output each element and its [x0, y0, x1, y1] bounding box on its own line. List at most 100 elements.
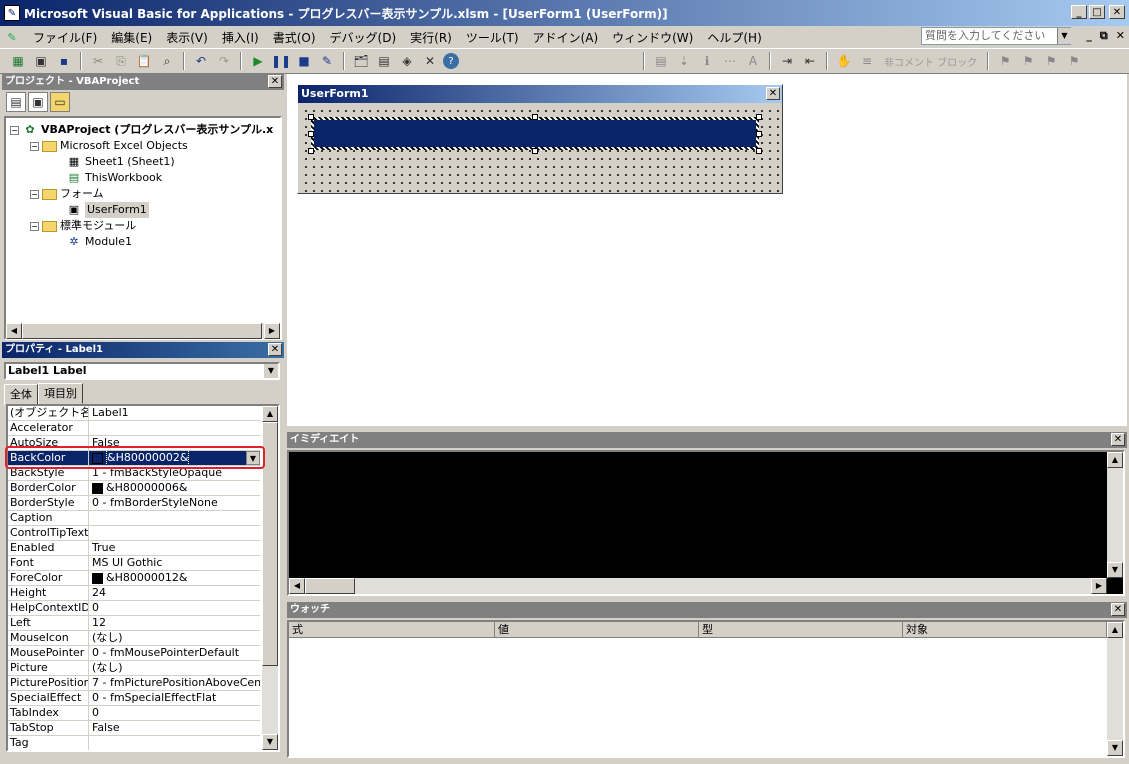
scroll-right-icon[interactable]: ▶: [264, 323, 280, 339]
find-icon[interactable]: ⌕: [157, 51, 177, 71]
immediate-editor[interactable]: ▲ ▼ ◀ ▶: [287, 450, 1125, 596]
menu-addins[interactable]: アドイン(A): [526, 29, 606, 46]
uncomment-block-button[interactable]: 非コメント ブロック: [880, 54, 981, 69]
outdent-icon[interactable]: ⇤: [800, 51, 820, 71]
close-icon[interactable]: ✕: [1111, 433, 1125, 446]
view-excel-icon[interactable]: ▦: [8, 51, 28, 71]
collapse-icon[interactable]: −: [10, 125, 19, 135]
menu-format[interactable]: 書式(O): [266, 29, 323, 46]
resize-handle[interactable]: [532, 148, 538, 154]
menu-file[interactable]: ファイル(F): [26, 29, 104, 46]
property-row[interactable]: TabIndex 0: [8, 706, 260, 721]
property-row[interactable]: SpecialEffect 0 - fmSpecialEffectFlat: [8, 691, 260, 706]
property-row[interactable]: BorderStyle 0 - fmBorderStyleNone: [8, 496, 260, 511]
collapse-icon[interactable]: −: [30, 221, 39, 231]
comment-block-icon[interactable]: ≡: [857, 51, 877, 71]
close-icon[interactable]: ✕: [1111, 603, 1125, 616]
tree-item-thisworkbook[interactable]: ▤ ThisWorkbook: [66, 170, 162, 186]
property-value[interactable]: MS UI Gothic: [89, 556, 260, 570]
property-value[interactable]: True: [89, 541, 260, 555]
property-value[interactable]: &H80000006&: [89, 481, 260, 495]
watch-list[interactable]: 式 値 型 対象 ▲ ▼: [287, 620, 1125, 758]
scroll-down-icon[interactable]: ▼: [262, 734, 278, 750]
collapse-icon[interactable]: −: [30, 141, 39, 151]
toggle-folders-icon[interactable]: ▭: [50, 92, 70, 112]
property-value[interactable]: 0 - fmBorderStyleNone: [89, 496, 260, 510]
scroll-up-icon[interactable]: ▲: [1107, 452, 1123, 468]
property-value[interactable]: False: [89, 721, 260, 735]
menu-view[interactable]: 表示(V): [159, 29, 215, 46]
property-value[interactable]: &H80000012&: [89, 571, 260, 585]
scroll-up-icon[interactable]: ▲: [262, 406, 278, 422]
vba-menu-icon[interactable]: ✎: [4, 30, 20, 44]
resize-handle[interactable]: [756, 131, 762, 137]
scroll-up-icon[interactable]: ▲: [1107, 622, 1123, 638]
next-bookmark-icon[interactable]: ⚑: [1018, 51, 1038, 71]
menu-run[interactable]: 実行(R): [403, 29, 459, 46]
property-value[interactable]: 12: [89, 616, 260, 630]
property-row[interactable]: PicturePosition 7 - fmPicturePositionAbov…: [8, 676, 260, 691]
resize-handle[interactable]: [756, 114, 762, 120]
quick-info-icon[interactable]: ℹ: [697, 51, 717, 71]
label1-control[interactable]: [311, 117, 759, 150]
tree-item-excel-objects[interactable]: − Microsoft Excel Objects: [30, 138, 188, 154]
toggle-bookmark-icon[interactable]: ⚑: [995, 51, 1015, 71]
cut-icon[interactable]: ✂: [88, 51, 108, 71]
clear-bookmarks-icon[interactable]: ⚑: [1064, 51, 1084, 71]
property-value[interactable]: [89, 526, 260, 540]
vba-app-icon[interactable]: ✎: [4, 5, 20, 21]
resize-handle[interactable]: [308, 148, 314, 154]
resize-handle[interactable]: [756, 148, 762, 154]
userform-window[interactable]: UserForm1 ✕: [297, 84, 783, 194]
help-icon[interactable]: ?: [443, 53, 459, 69]
project-hscrollbar[interactable]: ◀ ▶: [6, 322, 280, 339]
property-value[interactable]: 0 - fmSpecialEffectFlat: [89, 691, 260, 705]
maximize-icon[interactable]: □: [1089, 5, 1105, 19]
tab-alphabetic[interactable]: 全体: [4, 384, 38, 405]
properties-window-icon[interactable]: ▤: [374, 51, 394, 71]
userform-canvas[interactable]: [299, 104, 781, 192]
property-row[interactable]: Picture (なし): [8, 661, 260, 676]
parameter-info-icon[interactable]: ⋯: [720, 51, 740, 71]
complete-word-icon[interactable]: A: [743, 51, 763, 71]
close-icon[interactable]: ✕: [268, 343, 282, 356]
reset-icon[interactable]: ■: [294, 51, 314, 71]
menu-debug[interactable]: デバッグ(D): [323, 29, 404, 46]
property-row[interactable]: MousePointer 0 - fmMousePointerDefault: [8, 646, 260, 661]
tree-item-forms[interactable]: − フォーム: [30, 186, 104, 202]
resize-handle[interactable]: [308, 131, 314, 137]
property-row[interactable]: Font MS UI Gothic: [8, 556, 260, 571]
property-value[interactable]: Label1: [89, 406, 260, 420]
property-row[interactable]: (オブジェクト名) Label1: [8, 406, 260, 421]
toolbox-icon[interactable]: ✕: [420, 51, 440, 71]
tree-item-userform1[interactable]: ▣ UserForm1: [66, 202, 149, 218]
paste-icon[interactable]: 📋: [134, 51, 154, 71]
menu-help[interactable]: ヘルプ(H): [700, 29, 768, 46]
save-icon[interactable]: ▪: [54, 51, 74, 71]
tree-item-modules[interactable]: − 標準モジュール: [30, 218, 136, 234]
property-row[interactable]: Tag: [8, 736, 260, 750]
chevron-down-icon[interactable]: ▼: [264, 364, 278, 378]
property-value[interactable]: 0: [89, 601, 260, 615]
list-properties-icon[interactable]: ▤: [651, 51, 671, 71]
help-search-input[interactable]: 質問を入力してください: [921, 27, 1071, 45]
watch-col-type[interactable]: 型: [699, 622, 903, 638]
property-value[interactable]: [89, 511, 260, 525]
close-icon[interactable]: ✕: [766, 87, 780, 100]
property-row[interactable]: HelpContextID 0: [8, 601, 260, 616]
resize-handle[interactable]: [308, 114, 314, 120]
tree-item-vbaproject[interactable]: − ✿ VBAProject (プログレスバー表示サンプル.x: [10, 122, 273, 138]
property-row[interactable]: TabStop False: [8, 721, 260, 736]
close-icon[interactable]: ✕: [1109, 5, 1125, 19]
menu-insert[interactable]: 挿入(I): [215, 29, 266, 46]
undo-icon[interactable]: ↶: [191, 51, 211, 71]
previous-bookmark-icon[interactable]: ⚑: [1041, 51, 1061, 71]
property-row[interactable]: Height 24: [8, 586, 260, 601]
property-value[interactable]: (なし): [89, 631, 260, 645]
watch-col-context[interactable]: 対象: [903, 622, 1107, 638]
property-value[interactable]: [89, 736, 260, 750]
property-row[interactable]: ControlTipText: [8, 526, 260, 541]
indent-icon[interactable]: ⇥: [777, 51, 797, 71]
scroll-left-icon[interactable]: ◀: [289, 578, 305, 594]
property-row[interactable]: Accelerator: [8, 421, 260, 436]
